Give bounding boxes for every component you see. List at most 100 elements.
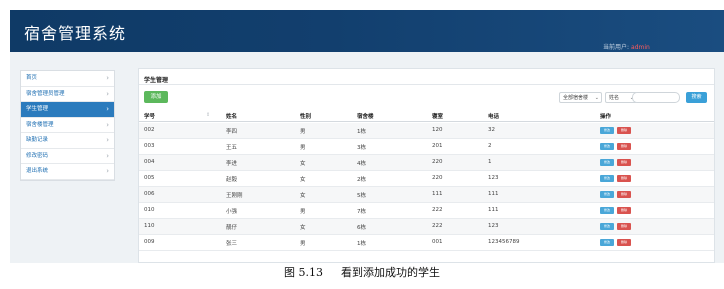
sidebar-item-5[interactable]: 修改密码 ›: [21, 149, 114, 164]
table-cell: 男: [300, 209, 306, 215]
edit-button[interactable]: 修改: [600, 175, 614, 182]
table-cell: 男: [300, 129, 306, 135]
app-title: 宿舍管理系统: [24, 24, 127, 43]
chevron-right-icon: ›: [106, 74, 109, 82]
chevron-right-icon: ›: [106, 167, 109, 175]
table-cell: 女: [300, 161, 306, 167]
table-cell: 女: [300, 193, 306, 199]
table-cell: 201: [432, 143, 443, 149]
figure-caption-text: 看到添加成功的学生: [341, 266, 440, 279]
delete-button[interactable]: 删除: [617, 223, 631, 230]
table-cell: 002: [144, 127, 155, 133]
table-cell: 004: [144, 159, 155, 165]
edit-button[interactable]: 修改: [600, 239, 614, 246]
app-header: 宿舍管理系统 当前用户: admin: [10, 10, 724, 52]
table-cell: 001: [432, 239, 443, 245]
table-cell: 123: [488, 175, 499, 181]
sort-icon[interactable]: ⇕: [206, 112, 210, 118]
chevron-down-icon: ⌄: [594, 95, 599, 101]
column-header: 寝室: [432, 114, 444, 120]
table-cell: 小强: [226, 209, 238, 215]
column-header: 电话: [488, 114, 500, 120]
table-cell: 张三: [226, 241, 238, 247]
table-cell: 男: [300, 241, 306, 247]
building-filter-value: 全部宿舍楼: [563, 95, 589, 101]
edit-button[interactable]: 修改: [600, 223, 614, 230]
figure-number: 图 5.13: [284, 266, 323, 279]
column-header: 姓名: [226, 114, 238, 120]
table-cell: 1栋: [357, 241, 366, 247]
table-cell: 110: [144, 223, 155, 229]
delete-button[interactable]: 删除: [617, 191, 631, 198]
edit-button[interactable]: 修改: [600, 191, 614, 198]
edit-button[interactable]: 修改: [600, 207, 614, 214]
delete-button[interactable]: 删除: [617, 127, 631, 134]
panel-title: 学生管理: [144, 77, 169, 84]
table-cell: 222: [432, 223, 443, 229]
sidebar-item-label: 宿舍楼管理: [26, 121, 54, 128]
table-row: 010 小强 男 7栋 222 111 修改 删除: [139, 203, 714, 219]
sidebar-item-label: 缺勤记录: [26, 137, 49, 143]
sidebar-item-label: 宿舍管理员管理: [26, 90, 65, 97]
figure-caption: 图 5.13 看到添加成功的学生: [0, 264, 724, 280]
sidebar-item-label: 退出系统: [26, 168, 49, 174]
sidebar-item-3[interactable]: 宿舍楼管理 ›: [21, 118, 114, 133]
table-row: 004 李进 女 4栋 220 1 修改 删除: [139, 155, 714, 171]
sidebar: 首页 › 宿舍管理员管理 › 学生管理 › 宿舍楼管理 › 缺勤记录 › 修改密码 › 退出系统 ›: [20, 70, 115, 181]
table-cell: 1栋: [357, 129, 366, 135]
table-cell: 3栋: [357, 145, 366, 151]
table-cell: 王刚刚: [226, 193, 243, 199]
table-cell: 7栋: [357, 209, 366, 215]
edit-button[interactable]: 修改: [600, 159, 614, 166]
table-cell: 111: [432, 191, 443, 197]
column-header: 性别: [300, 114, 312, 120]
app-window: 宿舍管理系统 当前用户: admin 首页 › 宿舍管理员管理 › 学生管理 › 宿舍楼管理 ›…: [10, 10, 724, 263]
sidebar-item-1[interactable]: 宿舍管理员管理 ›: [21, 87, 114, 102]
table-cell: 女: [300, 225, 306, 231]
table-row: 006 王刚刚 女 5栋 111 111 修改 删除: [139, 187, 714, 203]
chevron-right-icon: ›: [106, 105, 109, 113]
column-header: 宿舍楼: [357, 114, 374, 120]
chevron-right-icon: ›: [106, 89, 109, 98]
delete-button[interactable]: 删除: [617, 175, 631, 182]
sidebar-item-4[interactable]: 缺勤记录 ›: [21, 133, 114, 149]
sidebar-item-0[interactable]: 首页 ›: [21, 71, 114, 87]
building-filter-select[interactable]: 全部宿舍楼 ⌄: [559, 92, 602, 103]
current-user-name[interactable]: admin: [631, 44, 650, 51]
table-cell: 1: [488, 159, 492, 165]
edit-button[interactable]: 修改: [600, 127, 614, 134]
table-cell: 123456789: [488, 239, 520, 245]
chevron-right-icon: ›: [106, 151, 109, 160]
chevron-right-icon: ›: [106, 120, 109, 129]
table-row: 003 王五 男 3栋 201 2 修改 删除: [139, 139, 714, 155]
panel-divider: [139, 84, 714, 85]
table-cell: 2栋: [357, 177, 366, 183]
table-cell: 2: [488, 143, 492, 149]
sidebar-item-label: 修改密码: [26, 152, 49, 159]
search-input[interactable]: [632, 92, 680, 103]
table-cell: 4栋: [357, 161, 366, 167]
table-cell: 009: [144, 239, 155, 245]
table-cell: 李四: [226, 129, 238, 135]
table-row: 002 李四 男 1栋 120 32 修改 删除: [139, 123, 714, 139]
table-cell: 靓仔: [226, 225, 238, 231]
column-header: 操作: [600, 114, 612, 120]
delete-button[interactable]: 删除: [617, 207, 631, 214]
table-header: ⇕ 学号 姓名 性别 宿舍楼 寝室 电话 操作: [139, 109, 714, 122]
table-cell: 6栋: [357, 225, 366, 231]
table-row: 005 赵毅 女 2栋 220 123 修改 删除: [139, 171, 714, 187]
edit-button[interactable]: 修改: [600, 143, 614, 150]
table-cell: 111: [488, 191, 499, 197]
sidebar-item-2[interactable]: 学生管理 ›: [21, 102, 114, 118]
sidebar-item-label: 学生管理: [26, 106, 49, 112]
column-header: 学号: [144, 114, 156, 120]
sidebar-item-6[interactable]: 退出系统 ›: [21, 164, 114, 180]
current-user-label: 当前用户:: [603, 44, 630, 51]
search-button[interactable]: 搜索: [686, 92, 707, 103]
table-cell: 王五: [226, 145, 238, 151]
add-button[interactable]: 添加: [144, 91, 168, 103]
delete-button[interactable]: 删除: [617, 159, 631, 166]
table-cell: 120: [432, 127, 443, 133]
delete-button[interactable]: 删除: [617, 143, 631, 150]
delete-button[interactable]: 删除: [617, 239, 631, 246]
